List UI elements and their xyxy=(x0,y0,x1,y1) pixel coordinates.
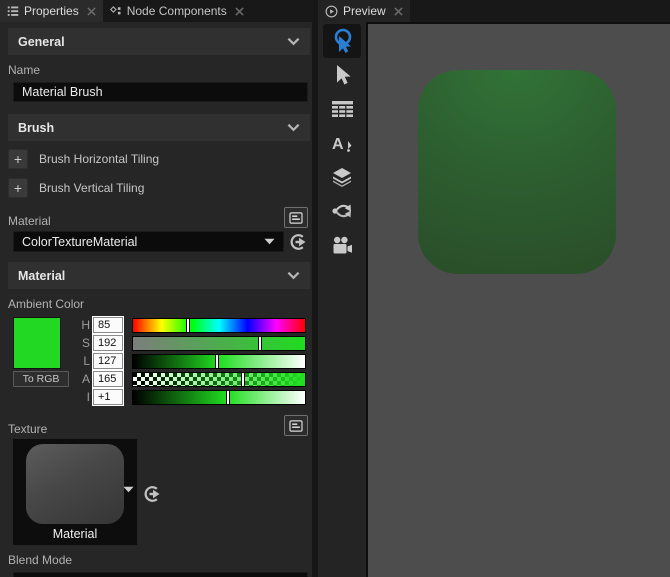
channel-label-s: S xyxy=(76,336,90,350)
texture-dropdown[interactable]: Material xyxy=(13,439,137,545)
section-title: General xyxy=(18,35,65,49)
chevron-down-icon xyxy=(287,271,300,280)
tab-properties-label: Properties xyxy=(24,4,79,18)
section-title: Material xyxy=(18,269,65,283)
goto-resource-button[interactable] xyxy=(290,233,308,251)
texture-name: Material xyxy=(53,527,97,541)
tab-properties[interactable]: Properties xyxy=(0,0,103,22)
ambient-color-editor: To RGB H 85 S 192 L 127 A 165 xyxy=(13,316,306,406)
lightness-slider[interactable] xyxy=(132,354,306,369)
ambient-color-label: Ambient Color xyxy=(8,297,310,311)
slider-marker[interactable] xyxy=(215,354,219,369)
preview-tabbar: Preview xyxy=(318,0,670,22)
slider-marker[interactable] xyxy=(186,318,190,333)
layers-tool-button[interactable] xyxy=(323,160,361,194)
material-label: Material xyxy=(8,214,51,228)
tab-preview-label: Preview xyxy=(343,4,386,18)
channel-value-l[interactable]: 127 xyxy=(93,353,123,369)
section-header-material[interactable]: Material xyxy=(8,262,310,289)
add-icon[interactable]: + xyxy=(8,178,28,198)
channel-label-h: H xyxy=(76,318,90,332)
camera-tool-button[interactable] xyxy=(323,228,361,262)
text-tool-button[interactable]: A xyxy=(323,126,361,160)
play-circle-icon xyxy=(325,5,338,18)
channel-value-s[interactable]: 192 xyxy=(93,335,123,351)
add-property-label: Brush Vertical Tiling xyxy=(39,181,144,195)
section-header-general[interactable]: General xyxy=(8,28,310,55)
goto-resource-button[interactable] xyxy=(144,485,162,503)
text-tool-icon: A xyxy=(331,133,353,153)
slider-marker[interactable] xyxy=(258,336,262,351)
left-tabbar: Properties Node Components xyxy=(0,0,312,22)
channel-label-i: I xyxy=(76,390,90,404)
color-swatch[interactable] xyxy=(13,317,61,369)
properties-content: General Name Material Brush Brush + Brus… xyxy=(0,22,312,577)
material-dropdown[interactable]: ColorTextureMaterial xyxy=(13,231,284,252)
channel-value-i[interactable]: +1 xyxy=(93,389,123,405)
add-property-label: Brush Horizontal Tiling xyxy=(39,152,159,166)
data-grid-tool-button[interactable] xyxy=(323,92,361,126)
interact-tool-icon xyxy=(330,28,354,54)
slider-marker[interactable] xyxy=(241,372,245,387)
close-icon[interactable] xyxy=(235,7,244,16)
slider-marker[interactable] xyxy=(226,390,230,405)
preview-green-rounded-rectangle[interactable] xyxy=(418,70,616,274)
channel-value-h[interactable]: 85 xyxy=(93,317,123,333)
name-input[interactable]: Material Brush xyxy=(13,82,308,102)
close-icon[interactable] xyxy=(394,7,403,16)
chevron-down-icon xyxy=(123,486,134,493)
to-rgb-button[interactable]: To RGB xyxy=(13,371,69,387)
channel-label-l: L xyxy=(76,354,90,368)
chevron-down-icon xyxy=(264,238,275,245)
preview-toolbar: A xyxy=(318,22,366,577)
material-dropdown-value: ColorTextureMaterial xyxy=(22,235,137,249)
channel-label-a: A xyxy=(76,372,90,386)
application-window: Properties Node Components General xyxy=(0,0,670,577)
node-components-icon xyxy=(110,5,122,17)
intensity-slider[interactable] xyxy=(132,390,306,405)
editor-icon xyxy=(289,212,303,224)
interact-tool-button[interactable] xyxy=(323,24,361,58)
texture-thumbnail xyxy=(26,444,124,524)
preview-panel: Preview xyxy=(318,0,670,577)
camera-icon xyxy=(332,236,353,255)
blend-mode-dropdown[interactable]: Alpha: Premultiplied xyxy=(13,572,308,577)
select-arrow-icon xyxy=(332,64,352,86)
name-value: Material Brush xyxy=(22,85,103,99)
blend-mode-label: Blend Mode xyxy=(8,553,310,567)
texture-row: Material xyxy=(8,439,310,545)
add-property-row: + Brush Horizontal Tiling xyxy=(8,148,310,170)
texture-label: Texture xyxy=(8,422,47,436)
tab-preview[interactable]: Preview xyxy=(318,0,410,22)
add-property-row: + Brush Vertical Tiling xyxy=(8,177,310,199)
svg-text:A: A xyxy=(332,136,344,153)
tab-node-components[interactable]: Node Components xyxy=(103,0,251,22)
hue-slider[interactable] xyxy=(132,318,306,333)
open-editor-button[interactable] xyxy=(284,207,308,228)
section-title: Brush xyxy=(18,121,54,135)
open-editor-button[interactable] xyxy=(284,415,308,436)
channel-value-a[interactable]: 165 xyxy=(93,371,123,387)
connections-icon xyxy=(331,202,353,220)
data-grid-icon xyxy=(332,101,353,118)
properties-list-icon xyxy=(7,5,19,17)
close-icon[interactable] xyxy=(87,7,96,16)
tab-node-components-label: Node Components xyxy=(127,4,227,18)
preview-body: A xyxy=(318,22,670,577)
select-tool-button[interactable] xyxy=(323,58,361,92)
alpha-slider[interactable] xyxy=(132,372,306,387)
chevron-down-icon xyxy=(287,37,300,46)
layers-icon xyxy=(331,167,353,187)
chevron-down-icon xyxy=(287,123,300,132)
add-icon[interactable]: + xyxy=(8,149,28,169)
connections-tool-button[interactable] xyxy=(323,194,361,228)
saturation-slider[interactable] xyxy=(132,336,306,351)
name-label: Name xyxy=(8,63,310,77)
preview-viewport[interactable] xyxy=(366,22,670,577)
section-header-brush[interactable]: Brush xyxy=(8,114,310,141)
editor-icon xyxy=(289,420,303,432)
properties-panel: Properties Node Components General xyxy=(0,0,312,577)
